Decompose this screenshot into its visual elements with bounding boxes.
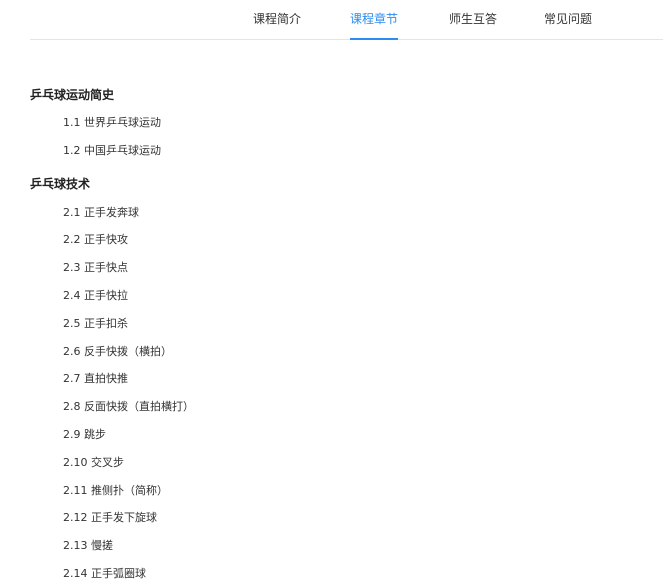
chapter-title: 乒乓球技术 <box>30 176 91 191</box>
lesson-item[interactable]: 2.4 正手快拉 <box>30 282 630 310</box>
lesson-item[interactable]: 1.1 世界乒乓球运动 <box>30 109 630 137</box>
lesson-item[interactable]: 2.10 交叉步 <box>30 449 630 477</box>
tab-course-chapters[interactable]: 课程章节 <box>350 0 399 40</box>
chapter-list: 乒乓球运动简史 1.1 世界乒乓球运动 1.2 中国乒乓球运动 乒乓球技术 2.… <box>30 84 630 586</box>
lesson-item[interactable]: 2.9 跳步 <box>30 421 630 449</box>
lesson-list: 1.1 世界乒乓球运动 1.2 中国乒乓球运动 <box>30 109 630 165</box>
lesson-item[interactable]: 2.12 正手发下旋球 <box>30 504 630 532</box>
lesson-item[interactable]: 2.2 正手快攻 <box>30 226 630 254</box>
tab-faq[interactable]: 常见问题 <box>544 0 592 40</box>
tab-teacher-student-qa[interactable]: 师生互答 <box>449 0 497 40</box>
lesson-item[interactable]: 2.7 直拍快推 <box>30 365 630 393</box>
lesson-item[interactable]: 2.8 反面快拨（直拍横打） <box>30 393 630 421</box>
lesson-list: 2.1 正手发奔球 2.2 正手快攻 2.3 正手快点 2.4 正手快拉 2.5… <box>30 199 630 586</box>
lesson-item[interactable]: 2.14 正手弧圈球 <box>30 560 630 586</box>
lesson-item[interactable]: 2.6 反手快拨（横拍） <box>30 338 630 366</box>
lesson-item[interactable]: 2.3 正手快点 <box>30 254 630 282</box>
lesson-item[interactable]: 1.2 中国乒乓球运动 <box>30 137 630 165</box>
tab-course-intro[interactable]: 课程简介 <box>253 0 301 40</box>
course-page: 课程简介 课程章节 师生互答 常见问题 乒乓球运动简史 1.1 世界乒乓球运动 … <box>0 0 663 586</box>
course-tab-bar: 课程简介 课程章节 师生互答 常见问题 <box>30 0 663 40</box>
lesson-item[interactable]: 2.13 慢搓 <box>30 532 630 560</box>
chapter-title: 乒乓球运动简史 <box>30 88 115 102</box>
lesson-item[interactable]: 2.5 正手扣杀 <box>30 310 630 338</box>
chapter-1: 乒乓球运动简史 1.1 世界乒乓球运动 1.2 中国乒乓球运动 <box>30 84 630 165</box>
lesson-item[interactable]: 2.1 正手发奔球 <box>30 199 630 227</box>
chapter-2: 乒乓球技术 2.1 正手发奔球 2.2 正手快攻 2.3 正手快点 2.4 正手… <box>30 173 630 586</box>
lesson-item[interactable]: 2.11 推侧扑（简称） <box>30 477 630 505</box>
